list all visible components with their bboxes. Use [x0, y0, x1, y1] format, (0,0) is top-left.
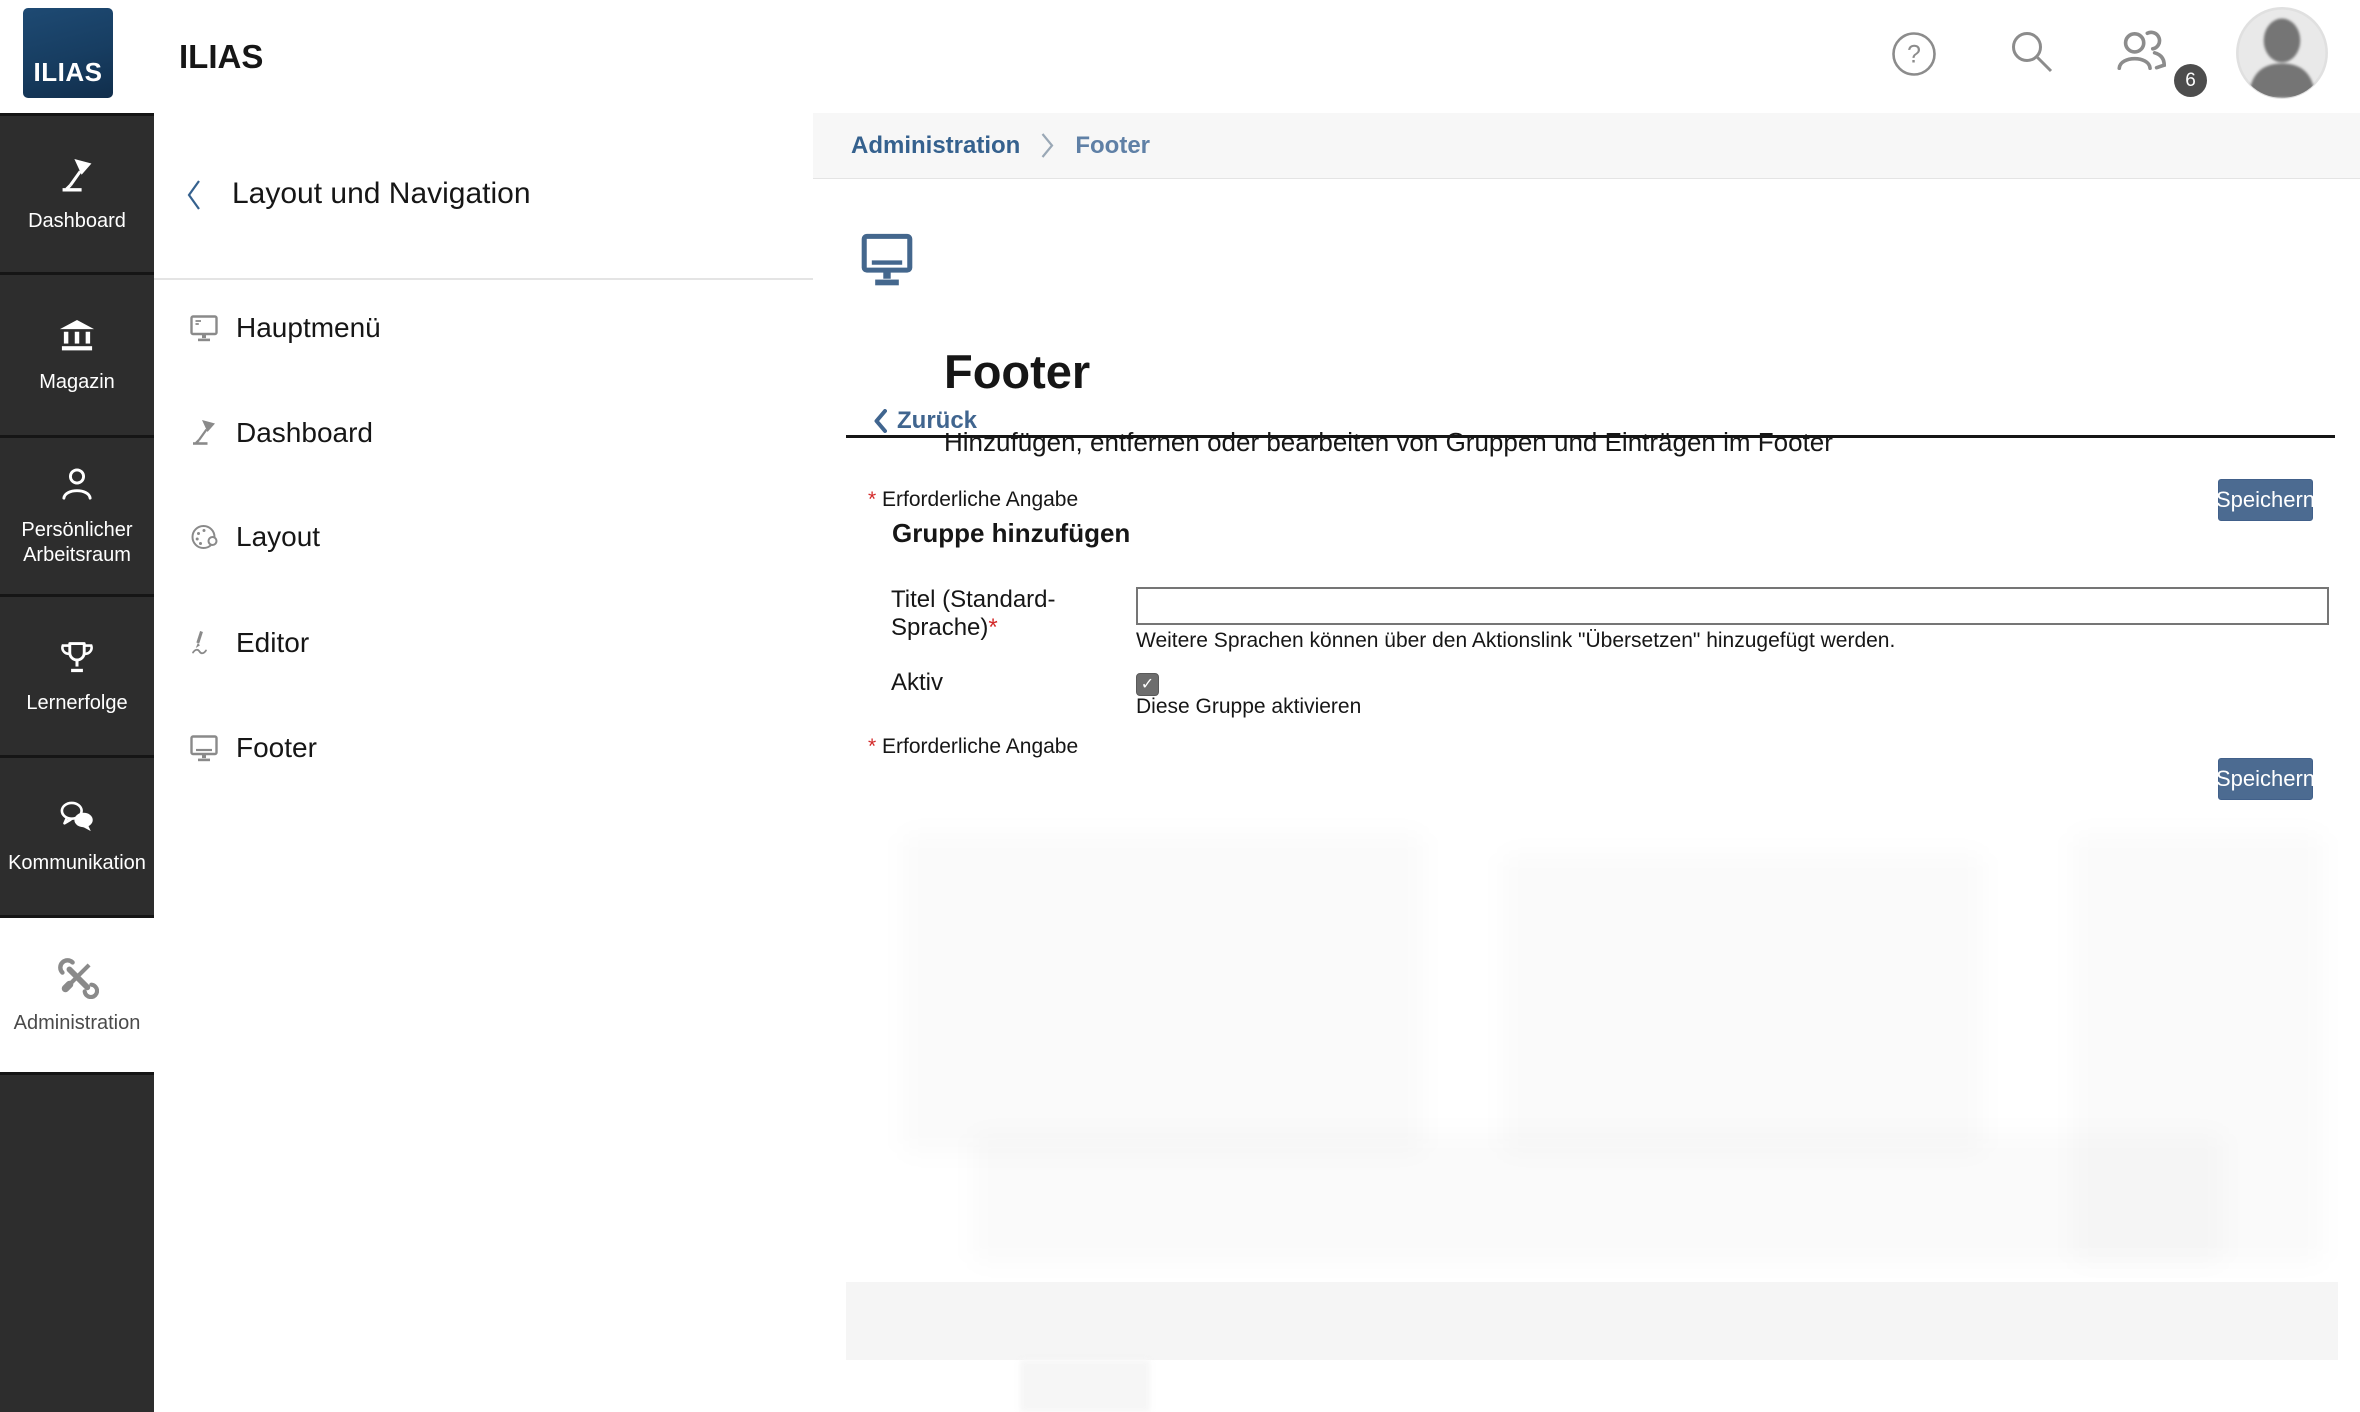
desk-lamp-icon	[56, 155, 98, 197]
app-title: ILIAS	[179, 38, 264, 75]
page-title: Footer	[944, 345, 1091, 398]
required-note-text: Erforderliche Angabe	[882, 735, 1079, 758]
topbar: ILIAS ILIAS ? 6	[0, 0, 2360, 114]
page-description: Hinzufügen, entfernen oder bearbeiten vo…	[944, 427, 1833, 457]
required-asterisk: *	[988, 614, 998, 641]
title-label-line2: Sprache)	[891, 614, 989, 641]
chevron-left-icon[interactable]	[185, 179, 202, 211]
sidebar-item-dashboard[interactable]: Dashboard	[0, 116, 154, 272]
checkmark-icon: ✓	[1140, 676, 1155, 693]
online-count-badge: 6	[2174, 64, 2207, 97]
subnav-header: Layout und Navigation	[154, 113, 813, 280]
main-content: Administration Footer Footer Hinzufügen,…	[813, 113, 2360, 1412]
help-button[interactable]: ?	[1890, 30, 1938, 78]
tools-icon	[55, 955, 99, 999]
divider	[846, 435, 2335, 438]
active-field-label: Aktiv	[891, 669, 944, 696]
sidebar-item-label: Magazin	[39, 370, 115, 393]
sidebar-item-label: Kommunikation	[8, 852, 146, 874]
breadcrumb-administration[interactable]: Administration	[851, 132, 1020, 160]
users-icon	[2112, 22, 2170, 80]
chevron-right-icon	[1040, 132, 1055, 159]
trophy-icon	[56, 637, 98, 679]
breadcrumb: Administration Footer	[813, 113, 2360, 179]
user-avatar[interactable]	[2235, 6, 2329, 100]
subnav-title: Layout und Navigation	[232, 177, 531, 210]
who-is-online-button[interactable]	[2112, 22, 2170, 80]
title-input[interactable]	[1136, 587, 2329, 625]
title-field-label: Titel (Standard- Sprache)*	[891, 586, 1056, 642]
search-icon	[2007, 27, 2059, 79]
subnav-item-editor[interactable]: Editor	[154, 610, 813, 676]
required-note-text: Erforderliche Angabe	[882, 488, 1079, 511]
required-asterisk: *	[868, 488, 877, 511]
pen-icon	[188, 627, 220, 659]
ilias-logo-text: ILIAS	[33, 57, 103, 87]
form-section-title: Gruppe hinzufügen	[892, 518, 1131, 548]
svg-text:?: ?	[1907, 41, 1921, 69]
person-icon	[56, 464, 98, 506]
sidebar-item-label: Dashboard	[28, 209, 126, 232]
sidebar-item-persoenlicher-arbeitsraum[interactable]: Persönlicher Arbeitsraum	[0, 438, 154, 594]
main-sidebar: Dashboard Magazin Persönlicher Arbeitsra…	[0, 113, 154, 1412]
required-asterisk: *	[868, 735, 877, 758]
avatar-silhouette-icon	[2236, 7, 2328, 99]
sidebar-item-lernerfolge[interactable]: Lernerfolge	[0, 597, 154, 755]
chevron-left-icon	[873, 409, 887, 433]
subnav-item-label: Editor	[236, 627, 310, 658]
subnav-item-label: Hauptmenü	[236, 312, 381, 343]
monitor-menu-icon	[188, 312, 220, 344]
sidebar-item-label: Lernerfolge	[26, 691, 128, 714]
admin-subnav-panel: Layout und Navigation Hauptmenü Dashboar…	[154, 113, 815, 1412]
subnav-item-layout[interactable]: Layout	[154, 504, 813, 570]
subnav-item-label: Dashboard	[236, 417, 373, 448]
sidebar-item-administration[interactable]: Administration	[0, 918, 154, 1072]
obscured-content	[813, 813, 2360, 1412]
ilias-logo[interactable]: ILIAS	[23, 8, 113, 98]
save-button-bottom[interactable]: Speichern	[2216, 758, 2315, 800]
sidebar-item-magazin[interactable]: Magazin	[0, 275, 154, 435]
bank-icon	[56, 316, 98, 358]
chat-bubbles-icon	[55, 797, 99, 839]
title-label-line1: Titel (Standard-	[891, 586, 1056, 613]
palette-icon	[188, 521, 220, 553]
back-link[interactable]: Zurück	[873, 407, 977, 435]
subnav-item-hauptmenu[interactable]: Hauptmenü	[154, 295, 813, 361]
search-button[interactable]	[2007, 27, 2059, 79]
sidebar-item-label: Administration	[13, 1011, 141, 1034]
obscured-band	[846, 1282, 2338, 1360]
help-icon: ?	[1890, 30, 1938, 78]
online-count: 6	[2185, 69, 2196, 91]
back-label: Zurück	[897, 407, 978, 434]
title-field-help: Weitere Sprachen können über den Aktions…	[1136, 629, 1896, 652]
save-button-top[interactable]: Speichern	[2216, 479, 2315, 521]
obscured-column	[1020, 1360, 1150, 1412]
monitor-footer-icon	[860, 231, 914, 289]
required-note-bottom: * Erforderliche Angabe	[868, 735, 1078, 759]
desk-lamp-icon	[188, 417, 220, 449]
subnav-item-label: Layout	[236, 521, 321, 552]
breadcrumb-footer[interactable]: Footer	[1075, 132, 1150, 160]
subnav-item-dashboard[interactable]: Dashboard	[154, 400, 813, 466]
sidebar-item-kommunikation[interactable]: Kommunikation	[0, 758, 154, 915]
monitor-footer-icon	[188, 732, 220, 764]
sidebar-item-label: Persönlicher Arbeitsraum	[21, 519, 133, 566]
subnav-item-label: Footer	[236, 732, 317, 763]
active-field-caption: Diese Gruppe aktivieren	[1136, 695, 1362, 718]
ilias-app: ILIAS ILIAS ? 6 Dashboard Magazin Persön…	[0, 0, 2360, 1412]
aktiv-checkbox[interactable]: ✓	[1136, 673, 1159, 696]
subnav-item-footer[interactable]: Footer	[154, 715, 813, 781]
required-note-top: * Erforderliche Angabe	[868, 488, 1078, 512]
